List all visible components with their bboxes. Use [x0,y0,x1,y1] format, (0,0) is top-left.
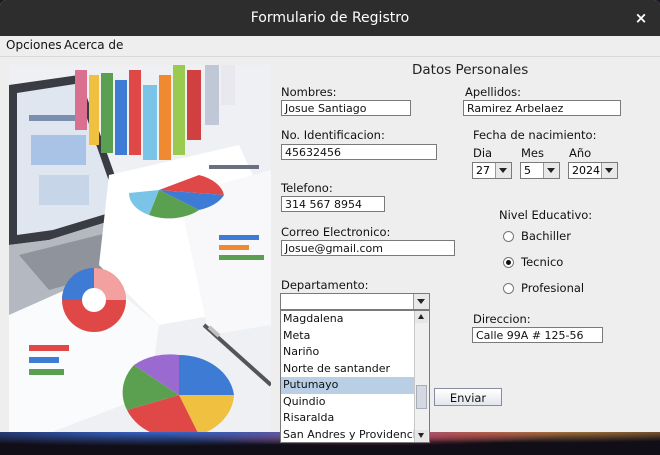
list-item[interactable]: Meta [281,328,415,345]
departamento-dropdown-list: Magdalena Meta Nariño Norte de santander… [280,310,430,443]
direccion-field[interactable]: Calle 99A # 125-56 [472,327,603,343]
list-item[interactable]: Nariño [281,344,415,361]
apellidos-label: Apellidos: [465,85,522,99]
dropdown-scrollbar[interactable] [414,311,429,442]
menu-acerca-de[interactable]: Acerca de [64,38,123,52]
list-item[interactable]: Magdalena [281,311,415,328]
radio-profesional-label: Profesional [521,281,585,295]
correo-label: Correo Electronico: [281,225,391,239]
window-title: Formulario de Registro [250,10,410,26]
anio-value: 2024 [572,164,600,177]
radio-selected-icon[interactable] [503,257,514,268]
section-title: Datos Personales [412,62,529,78]
chevron-down-icon[interactable] [543,163,559,178]
business-charts-illustration [9,65,271,432]
enviar-button[interactable]: Enviar [434,388,502,406]
scroll-up-icon[interactable] [415,311,428,323]
menu-bar: Opciones Acerca de [0,36,660,57]
chevron-down-icon[interactable] [601,163,617,178]
nombres-field[interactable]: Josue Santiago [281,100,411,116]
direccion-label: Direccion: [473,312,531,326]
nombres-label: Nombres: [281,85,337,99]
identificacion-field[interactable]: 45632456 [281,144,437,160]
menu-opciones[interactable]: Opciones [6,38,62,52]
correo-field[interactable]: Josue@gmail.com [281,240,455,256]
radio-tecnico-label: Tecnico [521,255,564,269]
scroll-thumb[interactable] [416,385,427,409]
telefono-field[interactable]: 314 567 8954 [281,196,385,212]
departamento-label: Departamento: [281,278,369,292]
telefono-label: Telefono: [281,181,333,195]
list-item[interactable]: Risaralda [281,410,415,427]
anio-label: Año [569,146,592,160]
scroll-down-icon[interactable] [415,430,428,442]
chevron-down-icon[interactable] [413,294,429,309]
radio-bachiller-label: Bachiller [521,229,571,243]
dia-value: 27 [476,164,490,177]
radio-icon[interactable] [503,283,514,294]
list-item[interactable]: Norte de santander [281,361,415,378]
list-item[interactable]: Quindio [281,394,415,411]
departamento-select[interactable] [280,293,430,310]
close-icon[interactable]: × [632,9,650,27]
radio-icon[interactable] [503,231,514,242]
identificacion-label: No. Identificacion: [281,128,385,142]
fecha-label: Fecha de nacimiento: [473,128,597,142]
mes-value: 5 [524,164,531,177]
mes-label: Mes [521,146,544,160]
dia-select[interactable]: 27 [472,162,512,179]
chevron-down-icon[interactable] [495,163,511,178]
title-bar: Formulario de Registro × [0,0,660,36]
list-item[interactable]: San Andres y Providencia [281,427,415,443]
apellidos-field[interactable]: Ramirez Arbelaez [463,100,621,116]
dia-label: Dia [473,146,493,160]
mes-select[interactable]: 5 [520,162,560,179]
list-item-highlighted[interactable]: Putumayo [281,377,415,394]
nivel-label: Nivel Educativo: [499,208,593,222]
anio-select[interactable]: 2024 [568,162,618,179]
